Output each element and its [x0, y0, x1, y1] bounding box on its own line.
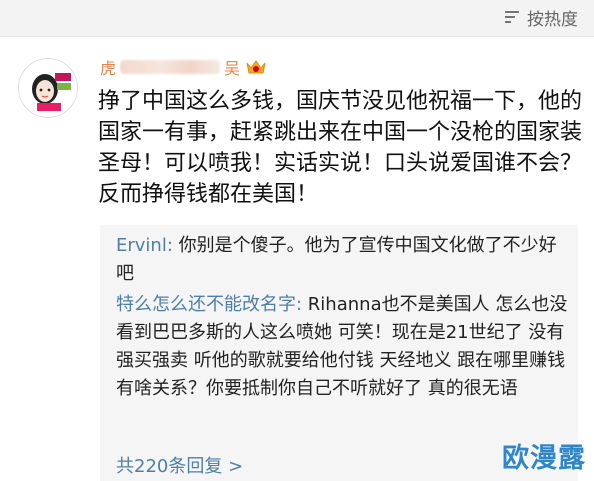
comment-username[interactable]: 虎 吴 [100, 56, 268, 78]
avatar[interactable] [18, 58, 78, 118]
watermark-logo: 欧漫露 [502, 443, 586, 474]
comment-body: 挣了中国这么多钱，国庆节没见他祝福一下，他的国家一有事，赶紧跳出来在中国一个没枪… [98, 89, 583, 207]
avatar-cartoon-icon [19, 59, 77, 117]
username-prefix: 虎 [100, 59, 117, 78]
reply-author[interactable]: Ervinl: [116, 235, 173, 256]
reply-item[interactable]: Ervinl: 你别是个傻子。他为了宣传中国文化做了不少好吧 [116, 232, 568, 288]
vip-crown-icon [246, 60, 266, 74]
reply-text: 你别是个傻子。他为了宣传中国文化做了不少好吧 [116, 235, 557, 284]
sort-lines-icon [505, 11, 519, 23]
username-suffix: 吴 [224, 59, 241, 78]
comment-page: 按热度 虎 吴 挣了中国这么多钱，国庆节没见他祝福一下，他的国家一有事，赶紧跳出… [0, 0, 594, 481]
sort-by-hot-button[interactable]: 按热度 [503, 4, 578, 30]
sort-label: 按热度 [527, 9, 578, 30]
comment-header-bar: 按热度 [0, 0, 594, 37]
reply-item[interactable]: 特么怎么还不能改名字: Rihanna也不是美国人 怎么也没看到巴巴多斯的人这么… [116, 291, 568, 403]
username-blurred [120, 60, 221, 74]
more-replies-link[interactable]: 共220条回复 > [116, 455, 243, 479]
reply-author[interactable]: 特么怎么还不能改名字: [116, 294, 302, 315]
